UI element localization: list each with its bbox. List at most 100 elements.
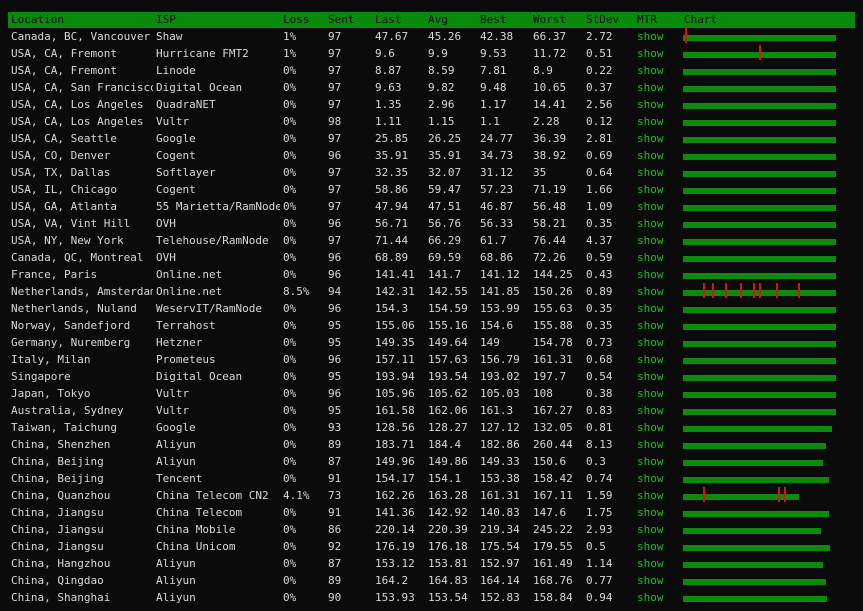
mtr-show-link[interactable]: show [637, 353, 664, 366]
cell-mtr: show [634, 164, 681, 181]
table-row: Australia, Sydney Vultr 0% 95 161.58 162.06 16… [8, 402, 855, 419]
cell-last: 8.87 [375, 64, 402, 77]
cell-sent: 87 [328, 455, 342, 468]
cell-last: 56.71 [375, 217, 409, 230]
mtr-show-link[interactable]: show [637, 183, 664, 196]
cell-best: 149.33 [480, 455, 520, 468]
cell-last: 9.6 [375, 47, 395, 60]
cell-loss: 0% [283, 353, 297, 366]
header-loss: Loss [283, 13, 310, 26]
cell-best: 1.1 [480, 115, 500, 128]
mtr-show-link[interactable]: show [637, 489, 664, 502]
latency-bar [683, 273, 836, 279]
mtr-show-link[interactable]: show [637, 540, 664, 553]
cell-location: USA, TX, Dallas [11, 166, 111, 179]
cell-location: USA, CA, Fremont [11, 47, 117, 60]
latency-bar [683, 205, 836, 211]
mtr-show-link[interactable]: show [637, 302, 664, 315]
cell-worst: 144.25 [533, 268, 573, 281]
cell-last: 193.94 [375, 370, 415, 383]
cell-stdev: 0.38 [586, 387, 613, 400]
cell-isp: Shaw [156, 30, 183, 43]
mtr-show-link[interactable]: show [637, 217, 664, 230]
cell-loss: 0% [283, 506, 297, 519]
mtr-show-link[interactable]: show [637, 200, 664, 213]
mtr-show-link[interactable]: show [637, 132, 664, 145]
latency-bar [683, 35, 836, 41]
cell-location: France, Paris [11, 268, 98, 281]
cell-loss: 0% [283, 591, 297, 604]
cell-avg: 105.62 [428, 387, 468, 400]
mtr-show-link[interactable]: show [637, 557, 664, 570]
mtr-show-link[interactable]: show [637, 455, 664, 468]
cell-isp: Google [156, 421, 196, 434]
table-row: France, Paris Online.net 0% 96 141.41 141.7 14… [8, 266, 855, 283]
cell-sent: 89 [328, 438, 342, 451]
cell-last: 105.96 [375, 387, 415, 400]
cell-chart [681, 436, 855, 453]
cell-avg: 9.82 [428, 81, 455, 94]
mtr-show-link[interactable]: show [637, 98, 664, 111]
cell-avg: 149.64 [428, 336, 468, 349]
mtr-show-link[interactable]: show [637, 285, 664, 298]
mtr-show-link[interactable]: show [637, 30, 664, 43]
mtr-show-link[interactable]: show [637, 268, 664, 281]
mtr-show-link[interactable]: show [637, 64, 664, 77]
cell-stdev: 1.75 [586, 506, 613, 519]
mtr-show-link[interactable]: show [637, 506, 664, 519]
cell-sent: 96 [328, 251, 342, 264]
mtr-show-link[interactable]: show [637, 591, 664, 604]
cell-isp: Vultr [156, 404, 190, 417]
cell-isp: Hetzner [156, 336, 203, 349]
mtr-show-link[interactable]: show [637, 472, 664, 485]
mtr-show-link[interactable]: show [637, 370, 664, 383]
header-mtr: MTR [637, 13, 657, 26]
ping-results-panel: Location ISP Loss Sent Last Avg Best Wor… [0, 0, 863, 611]
mtr-show-link[interactable]: show [637, 438, 664, 451]
mtr-show-link[interactable]: show [637, 574, 664, 587]
cell-mtr: show [634, 130, 681, 147]
cell-worst: 56.48 [533, 200, 567, 213]
table-row: China, Beijing Aliyun 0% 87 149.96 149.86 149.… [8, 453, 855, 470]
header-chart: Chart [684, 13, 718, 26]
packet-loss-spike [703, 487, 705, 502]
cell-sent: 95 [328, 404, 342, 417]
mtr-show-link[interactable]: show [637, 234, 664, 247]
cell-stdev: 4.37 [586, 234, 613, 247]
header-stdev: StDev [586, 13, 620, 26]
mtr-show-link[interactable]: show [637, 523, 664, 536]
cell-loss: 0% [283, 183, 297, 196]
cell-last: 1.11 [375, 115, 402, 128]
cell-loss: 0% [283, 404, 297, 417]
cell-avg: 59.47 [428, 183, 462, 196]
cell-loss: 0% [283, 319, 297, 332]
cell-sent: 97 [328, 64, 342, 77]
cell-worst: 2.28 [533, 115, 560, 128]
mtr-show-link[interactable]: show [637, 336, 664, 349]
cell-best: 9.48 [480, 81, 507, 94]
mtr-show-link[interactable]: show [637, 166, 664, 179]
mtr-show-link[interactable]: show [637, 404, 664, 417]
mtr-show-link[interactable]: show [637, 421, 664, 434]
cell-avg: 142.92 [428, 506, 468, 519]
cell-loss: 0% [283, 387, 297, 400]
cell-mtr: show [634, 249, 681, 266]
cell-last: 153.12 [375, 557, 415, 570]
mtr-show-link[interactable]: show [637, 251, 664, 264]
table-row: USA, CA, Los Angeles Vultr 0% 98 1.11 1.15 1.1… [8, 113, 855, 130]
cell-isp: Vultr [156, 387, 190, 400]
mtr-show-link[interactable]: show [637, 115, 664, 128]
packet-loss-spike [759, 283, 761, 298]
table-row: China, Quanzhou China Telecom CN2 4.1% 73 16… [8, 487, 855, 504]
cell-chart [681, 470, 855, 487]
mtr-show-link[interactable]: show [637, 319, 664, 332]
cell-avg: 47.51 [428, 200, 462, 213]
cell-chart [681, 351, 855, 368]
mtr-show-link[interactable]: show [637, 81, 664, 94]
cell-location: Australia, Sydney [11, 404, 124, 417]
mtr-show-link[interactable]: show [637, 47, 664, 60]
cell-stdev: 1.14 [586, 557, 613, 570]
mtr-show-link[interactable]: show [637, 387, 664, 400]
latency-bar [683, 307, 836, 313]
mtr-show-link[interactable]: show [637, 149, 664, 162]
